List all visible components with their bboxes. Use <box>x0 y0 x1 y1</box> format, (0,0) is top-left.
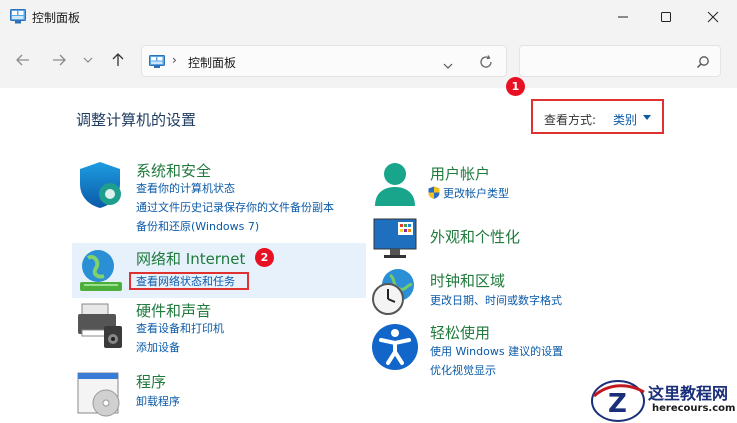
link-change-date-time-format[interactable]: 更改日期、时间或数字格式 <box>430 291 562 310</box>
category-heading-appearance[interactable]: 外观和个性化 <box>430 226 520 247</box>
breadcrumb-control-panel[interactable]: 控制面板 <box>188 54 236 71</box>
network-globe-icon <box>80 250 122 291</box>
category-heading-clock-region[interactable]: 时钟和区域 <box>430 270 505 291</box>
search-icon <box>696 56 709 69</box>
close-icon <box>707 11 719 23</box>
printer-speaker-icon <box>78 303 122 348</box>
accessibility-icon <box>372 324 418 370</box>
search-input[interactable] <box>519 45 721 77</box>
recent-locations-button[interactable] <box>80 49 96 71</box>
arrow-left-icon <box>16 54 29 66</box>
minimize-icon <box>618 16 628 18</box>
control-panel-icon <box>10 9 26 24</box>
clock-globe-icon <box>372 269 414 315</box>
refresh-button[interactable] <box>479 54 493 73</box>
navigation-bar: › 控制面板 <box>0 34 737 88</box>
category-heading-hardware-sound[interactable]: 硬件和声音 <box>136 300 211 321</box>
chevron-down-icon <box>443 63 453 69</box>
watermark-url: herecours.com <box>652 403 736 414</box>
close-button[interactable] <box>690 0 736 34</box>
link-change-account-type-label: 更改帐户类型 <box>443 187 509 200</box>
forward-button[interactable] <box>48 49 70 71</box>
link-view-computer-status[interactable]: 查看你的计算机状态 <box>136 179 235 198</box>
uac-shield-icon <box>428 186 440 199</box>
chevron-down-icon <box>83 57 93 63</box>
up-button[interactable] <box>107 49 129 71</box>
caret-down-icon <box>643 115 651 120</box>
maximize-icon <box>661 12 671 22</box>
breadcrumb-separator: › <box>172 53 177 67</box>
svg-text:Z: Z <box>608 389 627 419</box>
link-view-devices-printers[interactable]: 查看设备和打印机 <box>136 319 224 338</box>
arrow-up-icon <box>112 53 124 66</box>
address-bar[interactable]: › 控制面板 <box>141 45 507 77</box>
category-heading-user-accounts[interactable]: 用户帐户 <box>430 163 490 184</box>
back-button[interactable] <box>12 49 34 71</box>
user-account-icon <box>375 163 415 206</box>
category-heading-programs[interactable]: 程序 <box>136 371 166 392</box>
view-by-value[interactable]: 类别 <box>613 111 637 128</box>
search-button[interactable] <box>696 54 710 73</box>
title-bar: 控制面板 <box>0 0 737 34</box>
minimize-button[interactable] <box>600 0 646 34</box>
refresh-icon <box>480 55 492 68</box>
annotation-badge-2: 2 <box>255 248 274 267</box>
programs-disc-icon <box>77 372 120 417</box>
watermark-title: 这里教程网 <box>648 384 729 403</box>
link-uninstall-program[interactable]: 卸载程序 <box>136 392 180 411</box>
highlight-box-network-link <box>129 272 249 290</box>
view-by-selector[interactable]: 查看方式: 类别 <box>531 99 664 134</box>
category-heading-ease-of-access[interactable]: 轻松使用 <box>430 322 490 343</box>
category-heading-system-security[interactable]: 系统和安全 <box>136 160 211 181</box>
category-heading-network-internet[interactable]: 网络和 Internet <box>136 248 245 269</box>
page-title: 调整计算机的设置 <box>76 111 197 129</box>
window-title: 控制面板 <box>32 11 81 25</box>
maximize-button[interactable] <box>643 0 689 34</box>
annotation-badge-1: 1 <box>506 77 525 96</box>
view-by-label: 查看方式: <box>544 113 597 127</box>
shield-icon <box>80 162 121 208</box>
arrow-right-icon <box>53 54 66 66</box>
link-add-device[interactable]: 添加设备 <box>136 338 180 357</box>
control-panel-icon <box>149 55 165 68</box>
watermark-logo: Z <box>591 380 645 422</box>
site-watermark: Z 这里教程网 herecours.com <box>588 378 737 423</box>
link-use-recommended-settings[interactable]: 使用 Windows 建议的设置 <box>430 342 563 361</box>
link-optimize-visual-display[interactable]: 优化视觉显示 <box>430 361 496 380</box>
link-change-account-type[interactable]: 更改帐户类型 <box>428 184 509 203</box>
appearance-monitor-icon <box>373 218 417 258</box>
link-backup-restore-win7[interactable]: 备份和还原(Windows 7) <box>136 217 259 236</box>
link-file-history-backup[interactable]: 通过文件历史记录保存你的文件备份副本 <box>136 198 334 217</box>
address-dropdown-button[interactable] <box>443 55 453 74</box>
